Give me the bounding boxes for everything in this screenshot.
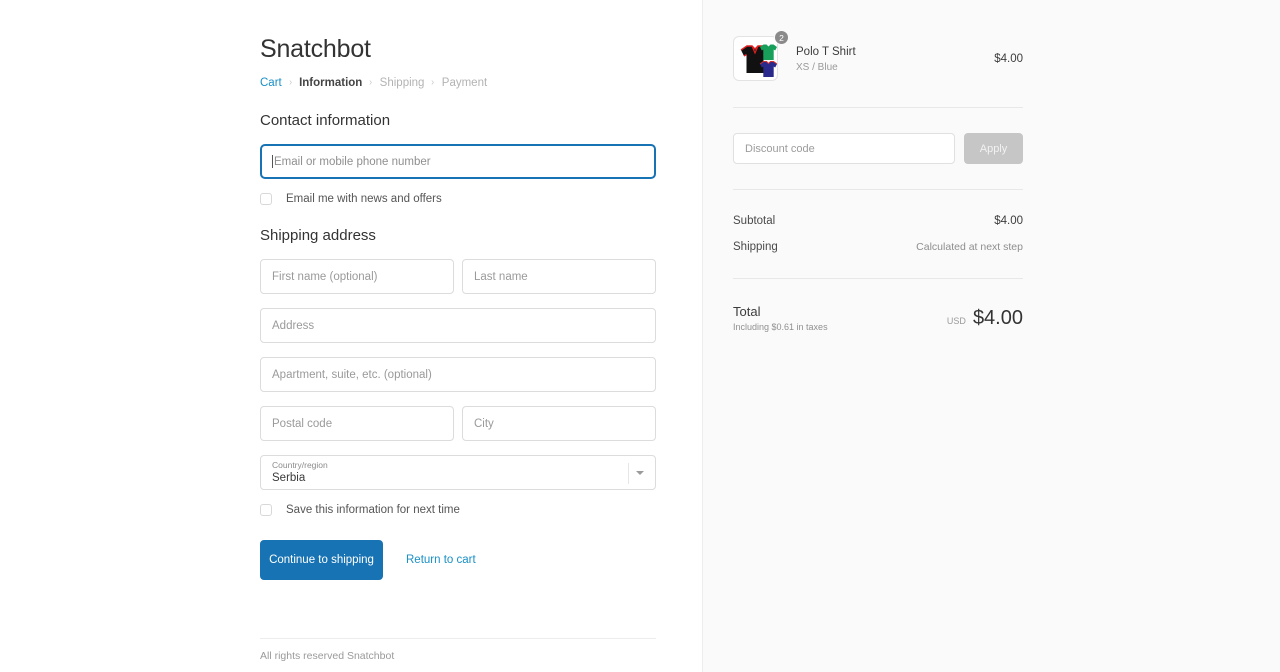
- chevron-right-icon: ›: [288, 77, 292, 88]
- newsletter-label: Email me with news and offers: [286, 193, 442, 205]
- product-variant: XS / Blue: [796, 62, 838, 73]
- product-info: Polo T Shirt XS / Blue: [796, 45, 994, 73]
- address-input[interactable]: [260, 308, 656, 343]
- city-input[interactable]: [462, 406, 656, 441]
- total-left: Total Including $0.61 in taxes: [733, 304, 828, 332]
- newsletter-checkbox-row[interactable]: Email me with news and offers: [260, 193, 656, 205]
- country-region-value: Serbia: [272, 472, 306, 484]
- chevron-right-icon: ›: [431, 77, 435, 88]
- name-row: [260, 259, 656, 294]
- order-line-item: 2 Polo T Shirt XS / Blue $4.00: [733, 30, 1023, 82]
- total-taxes-note: Including $0.61 in taxes: [733, 322, 828, 332]
- form-actions: Continue to shipping Return to cart: [260, 540, 656, 580]
- save-info-checkbox-row[interactable]: Save this information for next time: [260, 504, 656, 516]
- shipping-address-heading: Shipping address: [260, 227, 376, 244]
- breadcrumb-item-information[interactable]: Information: [299, 76, 362, 90]
- save-info-checkbox[interactable]: [260, 504, 272, 516]
- total-label: Total: [733, 304, 761, 319]
- total-amount: $4.00: [972, 306, 1023, 329]
- shipping-value: Calculated at next step: [916, 241, 1023, 253]
- quantity-badge: 2: [774, 30, 789, 45]
- shipping-row: Shipping Calculated at next step: [733, 241, 1023, 253]
- polo-shirt-icon: [740, 44, 777, 77]
- footer-divider: [260, 638, 656, 639]
- checkout-form-pane: Snatchbot Cart › Information › Shipping …: [0, 0, 702, 672]
- first-name-input[interactable]: [260, 259, 454, 294]
- contact-information-heading: Contact information: [260, 112, 391, 129]
- select-divider: [628, 463, 629, 484]
- subtotal-label: Subtotal: [733, 215, 776, 227]
- order-summary-pane: 2 Polo T Shirt XS / Blue $4.00 Apply Sub…: [702, 0, 1280, 672]
- subtotal-row: Subtotal $4.00: [733, 215, 1023, 227]
- email-field-placeholder: Email or mobile phone number: [274, 155, 431, 168]
- shipping-label: Shipping: [733, 241, 778, 253]
- summary-divider: [733, 107, 1023, 108]
- postal-code-input[interactable]: [260, 406, 454, 441]
- return-to-cart-link[interactable]: Return to cart: [406, 554, 476, 566]
- breadcrumb-item-cart[interactable]: Cart: [260, 76, 282, 90]
- continue-to-shipping-button[interactable]: Continue to shipping: [260, 540, 383, 580]
- email-field[interactable]: Email or mobile phone number: [260, 144, 656, 179]
- breadcrumb-item-payment: Payment: [441, 77, 488, 89]
- checkout-page: Snatchbot Cart › Information › Shipping …: [0, 0, 1280, 672]
- summary-divider: [733, 278, 1023, 279]
- last-name-input[interactable]: [462, 259, 656, 294]
- summary-divider: [733, 189, 1023, 190]
- apartment-input[interactable]: [260, 357, 656, 392]
- total-currency: USD: [946, 315, 966, 326]
- breadcrumb-item-shipping: Shipping: [379, 77, 425, 89]
- apply-discount-button[interactable]: Apply: [964, 133, 1023, 164]
- discount-row: Apply: [733, 133, 1023, 164]
- chevron-down-icon[interactable]: [636, 471, 644, 475]
- subtotal-value: $4.00: [994, 215, 1023, 227]
- footer-text: All rights reserved Snatchbot: [260, 650, 395, 662]
- store-name: Snatchbot: [260, 35, 371, 63]
- product-thumbnail-wrap: 2: [733, 30, 789, 82]
- breadcrumb: Cart › Information › Shipping › Payment: [260, 76, 656, 90]
- product-title: Polo T Shirt: [796, 46, 856, 58]
- text-cursor: [272, 155, 273, 168]
- country-region-select[interactable]: Country/region Serbia: [260, 455, 656, 490]
- total-right: USD $4.00: [947, 307, 1023, 330]
- country-region-label: Country/region: [272, 460, 328, 470]
- discount-code-input[interactable]: [733, 133, 955, 164]
- total-row: Total Including $0.61 in taxes USD $4.00: [733, 304, 1023, 332]
- chevron-right-icon: ›: [369, 77, 373, 88]
- newsletter-checkbox[interactable]: [260, 193, 272, 205]
- product-price: $4.00: [994, 53, 1023, 65]
- save-info-label: Save this information for next time: [286, 504, 460, 516]
- postal-city-row: [260, 406, 656, 441]
- footer: All rights reserved Snatchbot: [260, 638, 656, 662]
- product-thumbnail: [733, 36, 778, 81]
